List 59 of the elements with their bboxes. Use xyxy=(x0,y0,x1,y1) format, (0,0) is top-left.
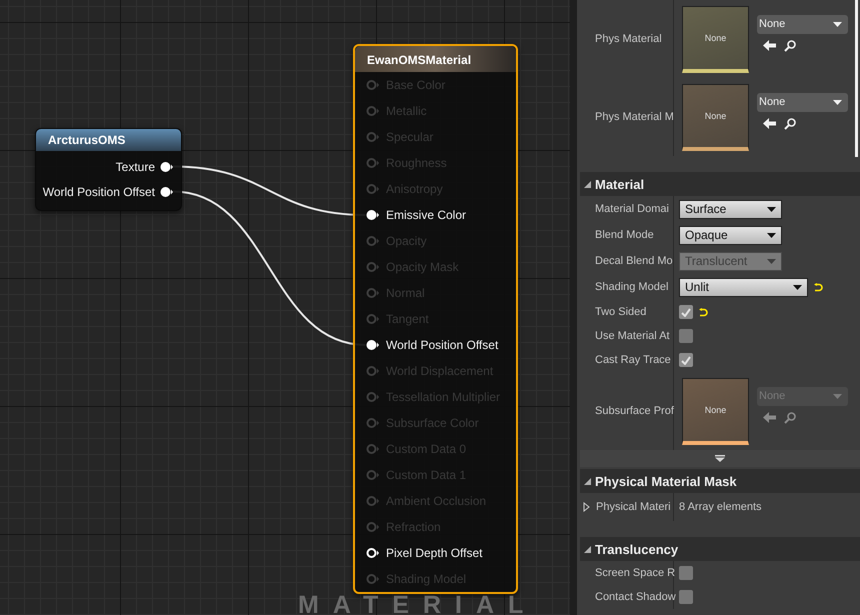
node-title: EwanOMSMaterial xyxy=(355,46,516,72)
checkbox[interactable] xyxy=(679,329,693,343)
property-label: Screen Space R xyxy=(595,567,676,579)
dropdown[interactable]: Opaque xyxy=(679,226,782,244)
node-title: ArcturusOMS xyxy=(36,129,181,151)
expand-more-icon[interactable] xyxy=(715,455,725,462)
checkbox[interactable] xyxy=(679,590,693,604)
pin-label: Emissive Color xyxy=(386,208,466,222)
asset-thumbnail[interactable]: None xyxy=(682,6,749,72)
property-label: Phys Material M xyxy=(595,111,674,123)
section-header[interactable]: Translucency xyxy=(580,537,860,561)
property-label: Physical Materi xyxy=(596,501,671,513)
caret-icon xyxy=(767,232,776,238)
checkbox[interactable] xyxy=(679,566,693,580)
property-label: Phys Material xyxy=(595,33,662,45)
back-arrow-icon[interactable] xyxy=(763,118,776,129)
scrollbar[interactable] xyxy=(855,0,858,157)
collapse-arrow-icon xyxy=(584,546,591,552)
property-label: Material Domai xyxy=(595,203,669,215)
pin-label: Texture xyxy=(116,160,155,174)
thumbnail-text: None xyxy=(704,32,726,42)
property-label: Use Material At xyxy=(595,330,670,342)
pin-label: Pixel Depth Offset xyxy=(386,546,482,560)
back-arrow-icon[interactable] xyxy=(763,40,776,51)
property-label: Cast Ray Trace xyxy=(595,354,671,366)
caret-icon xyxy=(833,394,842,398)
property-label: Subsurface Prof xyxy=(595,405,674,417)
dropdown[interactable]: Unlit xyxy=(679,278,808,296)
search-icon[interactable] xyxy=(784,118,796,130)
caret-icon xyxy=(767,258,776,264)
section-title: Material xyxy=(595,176,644,192)
property-label: Blend Mode xyxy=(595,229,654,241)
collapse-arrow-icon xyxy=(584,478,591,484)
thumbnail-text: None xyxy=(704,110,726,120)
section-title: Physical Material Mask xyxy=(595,474,737,488)
caret-icon xyxy=(833,100,842,104)
dropdown[interactable]: None xyxy=(757,14,848,34)
search-icon[interactable] xyxy=(784,40,796,52)
caret-icon xyxy=(833,22,842,26)
pin-label: World Position Offset xyxy=(42,184,155,198)
pin-label: World Position Offset xyxy=(386,338,498,352)
dropdown[interactable]: None xyxy=(757,92,848,112)
section-header[interactable]: Physical Material Mask xyxy=(580,469,860,493)
property-label: Shading Model xyxy=(595,281,668,293)
thumbnail-text: None xyxy=(704,404,726,414)
property-label: Two Sided xyxy=(595,306,646,318)
caret-icon xyxy=(793,284,802,290)
checkbox[interactable] xyxy=(679,305,693,319)
property-value: 8 Array elements xyxy=(679,501,762,513)
graph-type-label: MATERIAL xyxy=(298,596,538,615)
section-header[interactable]: Material xyxy=(580,172,860,196)
collapse-arrow-icon xyxy=(584,180,591,188)
checkbox[interactable] xyxy=(679,353,693,367)
caret-icon xyxy=(767,206,776,212)
asset-thumbnail[interactable]: None xyxy=(682,84,749,150)
dropdown[interactable]: Surface xyxy=(679,200,782,218)
property-label: Contact Shadow xyxy=(595,591,676,603)
section-title: Translucency xyxy=(595,542,678,556)
property-label: Decal Blend Mo xyxy=(595,255,673,267)
